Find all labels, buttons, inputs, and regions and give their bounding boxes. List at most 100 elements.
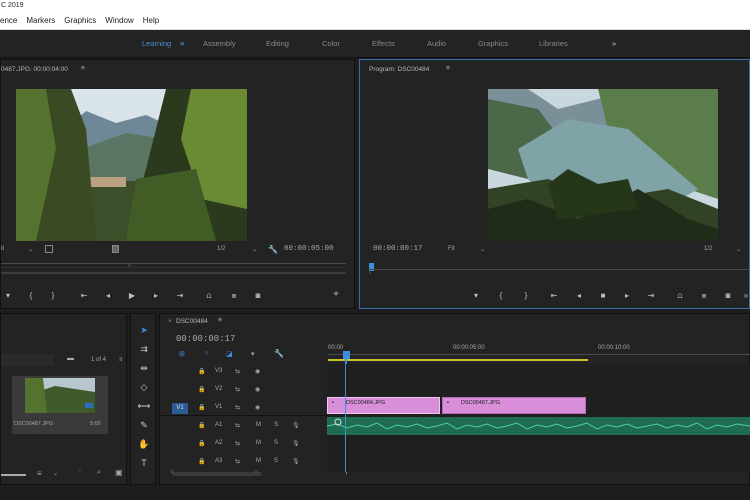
sync-lock-icon[interactable]: ⇆ [235,368,240,375]
program-zoom-handle-icon[interactable]: ◦ [369,271,371,277]
menu-graphics[interactable]: Graphics [64,16,96,25]
pen-tool-icon[interactable]: ✎ [137,418,151,432]
extract-icon[interactable]: ⩎ [698,291,710,301]
lift-icon[interactable]: ⩍ [674,291,686,301]
program-monitor-title[interactable]: Program: DSC00484 [369,66,429,73]
workspace-overflow-icon[interactable]: » [612,39,616,48]
eye-icon[interactable]: ◉ [255,368,260,375]
source-go-out-icon[interactable]: ⇥ [174,291,186,301]
snap-icon[interactable]: ∩ [204,350,209,357]
lock-icon[interactable]: 🔒 [198,458,205,465]
selection-tool-icon[interactable]: ➤ [137,323,151,337]
workspace-graphics[interactable]: Graphics [478,39,508,48]
workspace-color[interactable]: Color [322,39,340,48]
voiceover-mic-icon[interactable]: 🎙 [292,422,300,429]
scroll-handle-right-icon[interactable]: ○ [254,469,258,475]
program-more-icon[interactable]: » [740,291,750,301]
project-search-input[interactable] [1,354,53,366]
workspace-editing[interactable]: Editing [266,39,289,48]
program-fit-select[interactable]: Fit [448,246,455,252]
timeline-settings-icon[interactable]: 🔧 [274,349,284,358]
project-clip-card[interactable]: DSC00487.JPG 5:00 [12,376,108,434]
mute-button[interactable]: M [256,422,261,428]
program-resolution-select[interactable]: 1/2 [704,246,712,252]
program-fit-chevron-icon[interactable]: ⌄ [480,246,485,253]
sync-lock-icon[interactable]: ⇆ [235,440,240,447]
timeline-ruler[interactable] [328,354,750,355]
source-add-marker-icon[interactable]: ▾ [2,291,14,301]
source-mark-out-icon[interactable]: } [47,291,59,301]
timeline-close-icon[interactable]: × [168,318,172,325]
automate-icon[interactable]: ⫶ [79,469,81,477]
overwrite-icon[interactable]: ⩎ [228,291,240,301]
sync-lock-icon[interactable]: ⇆ [235,458,240,465]
work-area-bar[interactable] [328,359,588,361]
eye-icon[interactable]: ◉ [255,404,260,411]
program-go-out-icon[interactable]: ⇥ [645,291,657,301]
source-mark-in-icon[interactable]: { [25,291,37,301]
source-step-back-icon[interactable]: ◂ [102,291,114,301]
timeline-clip[interactable]: ▪ DSC00487.JPG [442,397,586,414]
program-stop-icon[interactable]: ■ [597,291,609,301]
workspace-effects[interactable]: Effects [372,39,395,48]
program-ruler[interactable] [369,269,749,270]
source-resolution-chevron-icon[interactable]: ⌄ [252,246,257,253]
lock-icon[interactable]: 🔒 [198,368,205,375]
mute-button[interactable]: M [256,440,261,446]
workspace-audio[interactable]: Audio [427,39,446,48]
timeline-timecode[interactable]: 00:00:00:17 [176,334,235,344]
source-play-icon[interactable]: ▶ [126,291,138,301]
program-mark-out-icon[interactable]: } [520,291,532,301]
insert-icon[interactable]: ⩍ [203,291,215,301]
timeline-scrollbar[interactable] [172,472,262,476]
hand-tool-icon[interactable]: ✋ [137,437,151,451]
timeline-tab[interactable]: DSC00484 [176,318,208,325]
mute-button[interactable]: M [256,458,261,464]
panel-menu-icon[interactable]: ≡ [218,317,222,324]
source-playhead-icon[interactable]: ⌄ [127,261,132,268]
audio-clip-waveform[interactable] [327,417,750,435]
menu-window[interactable]: Window [105,16,133,25]
source-patch-v1[interactable]: V1 [172,403,188,414]
program-mark-in-icon[interactable]: { [495,291,507,301]
menu-help[interactable]: Help [143,16,159,25]
voiceover-mic-icon[interactable]: 🎙 [292,458,300,465]
wrench-icon[interactable]: 🔧 [268,245,278,254]
lock-icon[interactable]: 🔒 [198,440,205,447]
voiceover-mic-icon[interactable]: 🎙 [292,440,300,447]
lock-icon[interactable]: 🔒 [198,386,205,393]
menu-markers[interactable]: Markers [26,16,55,25]
solo-button[interactable]: S [274,422,278,428]
source-fit-chevron-icon[interactable]: ⌄ [28,246,33,253]
program-resolution-chevron-icon[interactable]: ⌄ [736,246,741,253]
workspace-libraries[interactable]: Libraries [539,39,568,48]
nest-icon[interactable]: ⊞ [179,350,185,358]
sync-lock-icon[interactable]: ⇆ [235,422,240,429]
ripple-edit-tool-icon[interactable]: ⇹ [137,361,151,375]
safe-margins-icon[interactable] [45,245,53,253]
source-step-forward-icon[interactable]: ▸ [150,291,162,301]
razor-tool-icon[interactable]: ◇ [137,380,151,394]
lock-icon[interactable]: 🔒 [198,422,205,429]
source-go-in-icon[interactable]: ⇤ [78,291,90,301]
menu-sequence[interactable]: ence [0,16,17,25]
find-icon[interactable]: ⌕ [97,469,101,477]
program-add-marker-icon[interactable]: ▾ [470,291,482,301]
source-zoom-bar[interactable] [1,272,346,274]
source-resolution-select[interactable]: 1/2 [217,246,225,252]
linked-selection-icon[interactable]: ◪ [226,350,233,358]
panel-menu-icon[interactable]: ≡ [81,65,85,72]
add-marker-icon[interactable]: ▾ [251,350,255,358]
program-timecode[interactable]: 00:00:00:17 [373,245,423,253]
timeline-clip[interactable]: ▪ DSC00484.JPG [327,397,440,414]
sort-icon[interactable]: ≡ [37,469,42,478]
type-tool-icon[interactable]: T [137,456,151,470]
panel-menu-icon[interactable]: ≡ [446,65,450,72]
source-fit-select[interactable]: it [1,246,4,252]
sync-lock-icon[interactable]: ⇆ [235,404,240,411]
track-select-tool-icon[interactable]: ⇉ [137,342,151,356]
program-export-frame-icon[interactable]: ◙ [722,291,734,301]
program-step-back-icon[interactable]: ◂ [573,291,585,301]
slip-tool-icon[interactable]: ⟷ [137,399,151,413]
project-zoom-slider[interactable] [1,474,26,476]
